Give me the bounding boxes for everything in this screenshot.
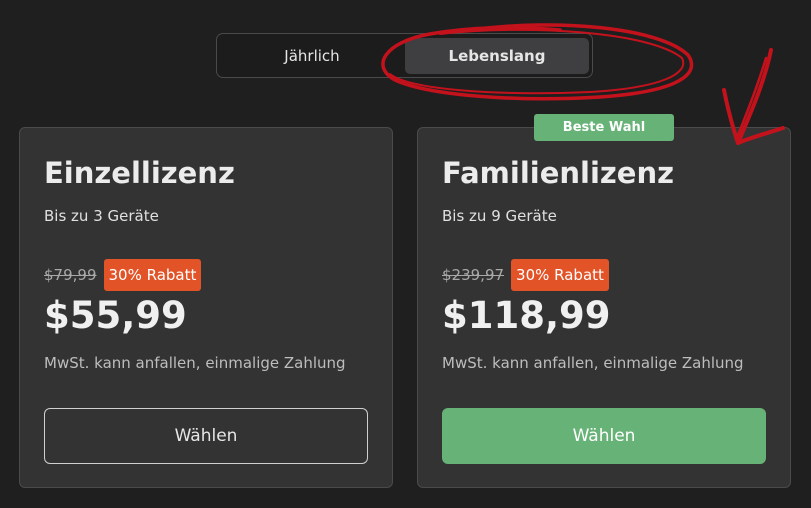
plan-card-single: Einzellizenz Bis zu 3 Geräte $79,99 30% … (19, 127, 393, 488)
choose-family-button[interactable]: Wählen (442, 408, 766, 464)
plan-title: Einzellizenz (44, 156, 235, 190)
toggle-option-yearly[interactable]: Jährlich (221, 38, 403, 74)
old-price: $79,99 (44, 266, 97, 284)
toggle-option-lifetime[interactable]: Lebenslang (405, 38, 589, 74)
price-row: $239,97 30% Rabatt (442, 259, 609, 291)
plan-title: Familienlizenz (442, 156, 674, 190)
tax-note: MwSt. kann anfallen, einmalige Zahlung (442, 354, 744, 372)
discount-badge: 30% Rabatt (511, 259, 609, 291)
best-choice-badge: Beste Wahl (534, 114, 674, 141)
billing-period-toggle: Jährlich Lebenslang (216, 33, 593, 78)
plan-card-family: Familienlizenz Bis zu 9 Geräte $239,97 3… (417, 127, 791, 488)
choose-single-button[interactable]: Wählen (44, 408, 368, 464)
plan-price: $118,99 (442, 294, 611, 337)
tax-note: MwSt. kann anfallen, einmalige Zahlung (44, 354, 346, 372)
pricing-page: Jährlich Lebenslang Einzellizenz Bis zu … (0, 0, 811, 508)
plan-devices: Bis zu 3 Geräte (44, 207, 159, 225)
plan-price: $55,99 (44, 294, 187, 337)
price-row: $79,99 30% Rabatt (44, 259, 202, 291)
discount-badge: 30% Rabatt (103, 259, 202, 291)
plan-devices: Bis zu 9 Geräte (442, 207, 557, 225)
old-price: $239,97 (442, 266, 505, 284)
